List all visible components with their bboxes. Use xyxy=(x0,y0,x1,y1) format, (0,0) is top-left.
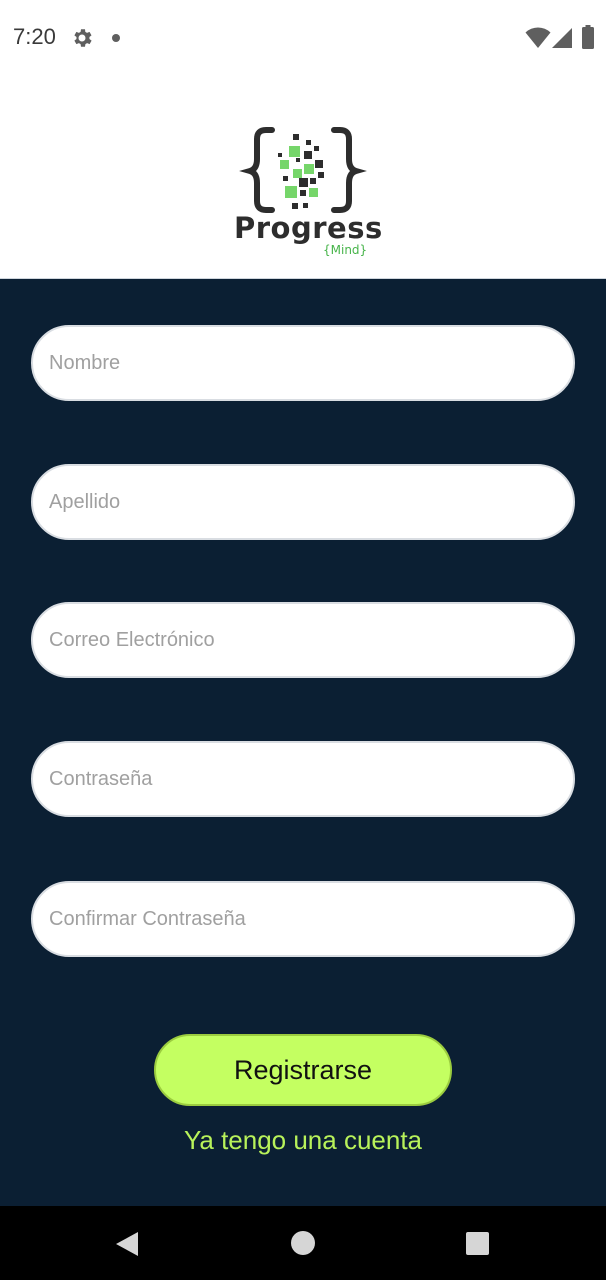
gear-icon xyxy=(74,29,92,47)
status-bar: 7:20 xyxy=(0,0,606,76)
have-account-link[interactable]: Ya tengo una cuenta xyxy=(0,1125,606,1156)
logo-word: Progress xyxy=(234,211,383,245)
home-icon[interactable] xyxy=(291,1231,315,1255)
logo-mark xyxy=(239,127,367,213)
status-time: 7:20 xyxy=(13,24,56,49)
register-screen: 7:20 Progress {Mind} Nombre Apellido Cor… xyxy=(0,0,606,1280)
signal-icon xyxy=(552,28,572,48)
back-icon[interactable] xyxy=(114,1231,140,1257)
email-input[interactable] xyxy=(31,602,575,678)
progress-mind-logo: Progress {Mind} xyxy=(226,126,383,257)
password-input[interactable] xyxy=(31,741,575,817)
confirm-password-input[interactable] xyxy=(31,881,575,957)
register-button[interactable]: Registrarse xyxy=(154,1034,452,1106)
last-name-input[interactable] xyxy=(31,464,575,540)
navigation-bar xyxy=(0,1206,606,1280)
wifi-icon xyxy=(525,27,551,48)
register-form: Registrarse Ya tengo una cuenta xyxy=(0,278,606,1206)
logo-subtitle: {Mind} xyxy=(323,243,368,257)
app-header: Progress {Mind} xyxy=(0,76,606,278)
first-name-input[interactable] xyxy=(31,325,575,401)
battery-icon xyxy=(582,25,594,49)
recents-icon[interactable] xyxy=(466,1232,489,1255)
notification-dot-icon xyxy=(112,34,120,42)
